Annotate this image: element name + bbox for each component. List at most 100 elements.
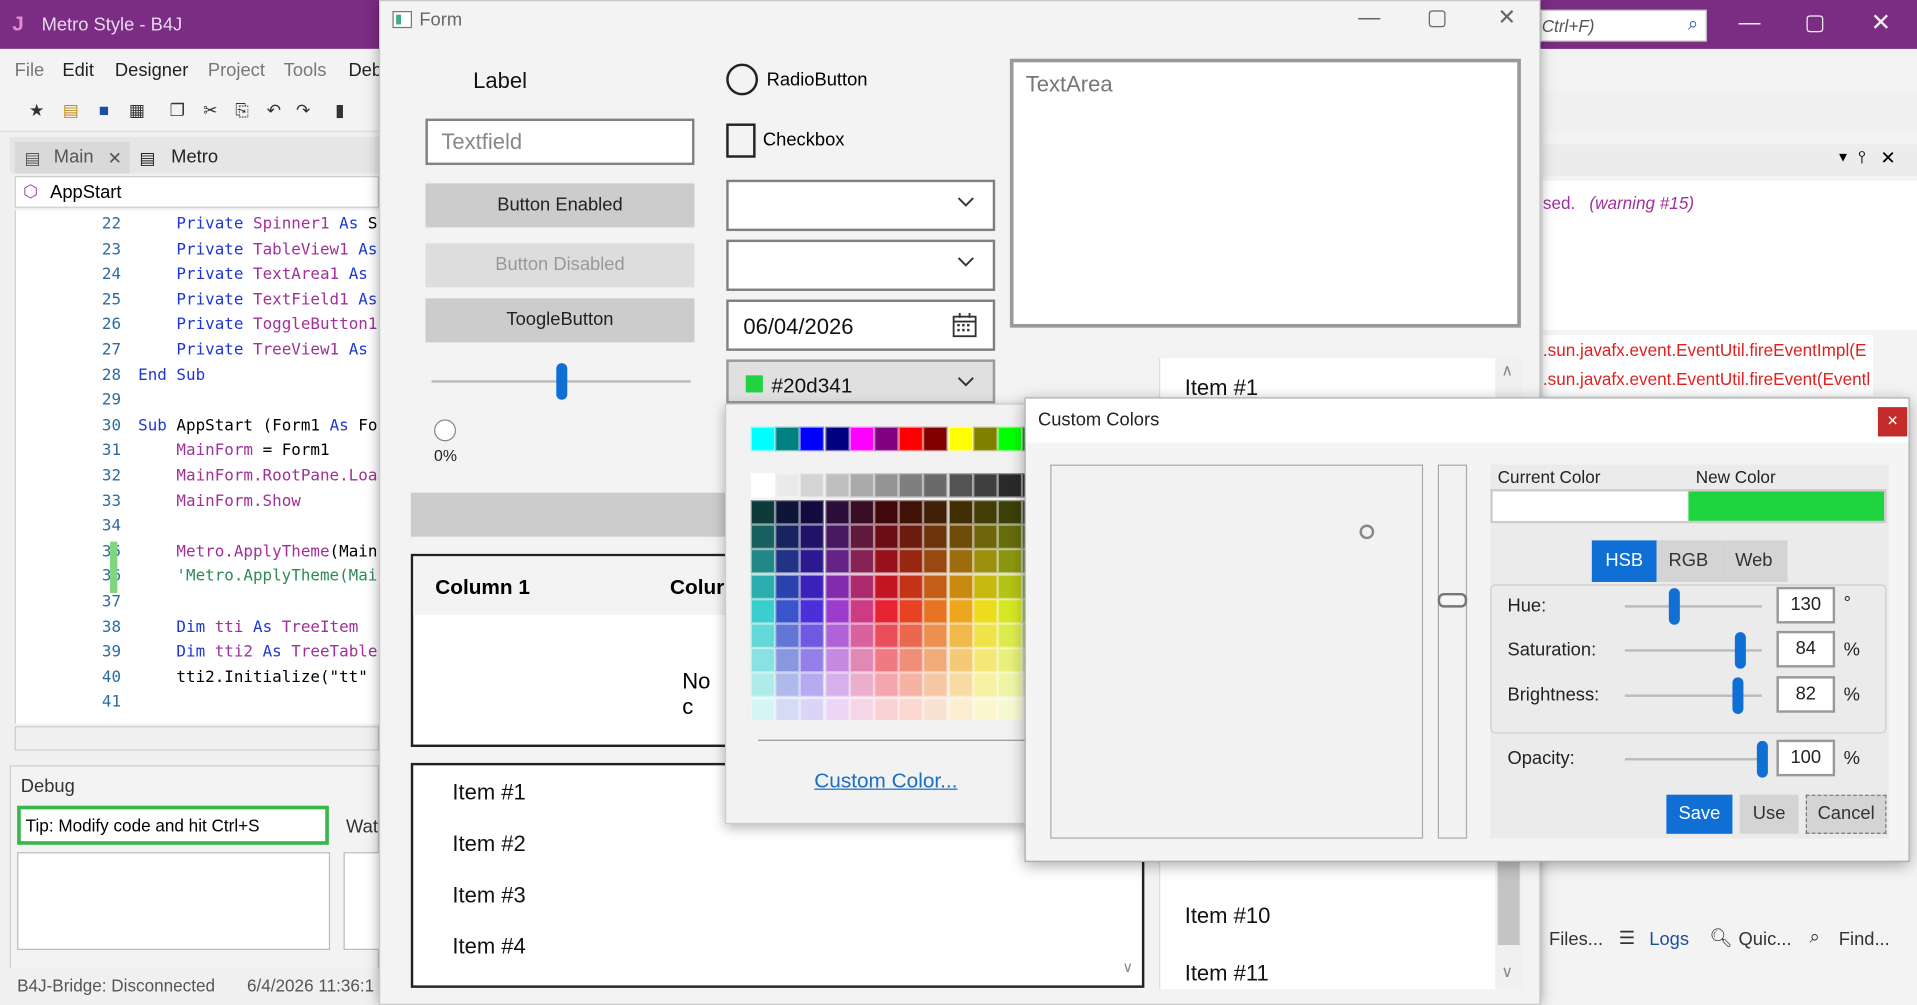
color-swatch[interactable]: [972, 623, 998, 648]
color-swatch[interactable]: [849, 672, 874, 698]
button-enabled[interactable]: Button Enabled: [425, 183, 695, 228]
color-swatch[interactable]: [775, 672, 800, 698]
color-swatch[interactable]: [750, 574, 776, 599]
color-swatch[interactable]: [898, 500, 924, 525]
color-swatch[interactable]: [898, 473, 924, 498]
scroll-down-icon[interactable]: ∨: [1122, 959, 1133, 976]
color-swatch[interactable]: [898, 623, 924, 648]
close-panel-icon[interactable]: ✕: [1880, 147, 1895, 169]
color-swatch[interactable]: [775, 648, 800, 673]
maximize-icon[interactable]: ▢: [1427, 5, 1448, 31]
save-icon[interactable]: ■: [94, 100, 114, 120]
color-swatch[interactable]: [948, 672, 973, 698]
module-selector[interactable]: ⬡ AppStart: [14, 176, 380, 208]
color-swatch[interactable]: [824, 549, 850, 574]
color-swatch[interactable]: [775, 524, 800, 550]
menu-project[interactable]: Project: [208, 60, 265, 81]
color-swatch[interactable]: [824, 473, 850, 498]
color-swatch[interactable]: [750, 623, 776, 648]
code-line[interactable]: 36 'Metro.ApplyTheme(Mai: [16, 565, 380, 589]
hue-input[interactable]: 130: [1776, 586, 1836, 624]
close-icon[interactable]: ✕: [1871, 7, 1891, 38]
color-swatch[interactable]: [849, 648, 874, 673]
bookmark-icon[interactable]: ▮: [330, 100, 350, 120]
color-swatch[interactable]: [898, 549, 924, 574]
minimize-icon[interactable]: —: [1739, 10, 1761, 36]
radio-button[interactable]: [726, 63, 759, 96]
color-swatch[interactable]: [923, 623, 948, 648]
search-icon[interactable]: ⌕: [1688, 13, 1698, 34]
color-swatch[interactable]: [948, 500, 973, 525]
color-swatch[interactable]: [923, 426, 948, 452]
color-swatch[interactable]: [874, 648, 899, 673]
color-swatch[interactable]: [972, 697, 998, 721]
code-line[interactable]: 24 Private TextArea1 As: [16, 263, 380, 287]
color-swatch[interactable]: [874, 426, 899, 452]
color-swatch[interactable]: [972, 574, 998, 599]
color-swatch[interactable]: [874, 549, 899, 574]
list-item[interactable]: Item #11: [1185, 961, 1269, 987]
saturation-brightness-area[interactable]: [1050, 464, 1424, 839]
textfield[interactable]: Textfield: [425, 118, 695, 166]
tab-files[interactable]: Files...: [1549, 929, 1603, 950]
code-line[interactable]: 41: [16, 691, 380, 715]
color-swatch[interactable]: [775, 473, 800, 498]
color-swatch[interactable]: [997, 426, 1023, 452]
calendar-icon[interactable]: [951, 312, 978, 339]
code-line[interactable]: 40 tti2.Initialize("tt": [16, 666, 380, 690]
color-swatch[interactable]: [972, 524, 998, 550]
color-swatch[interactable]: [750, 524, 776, 550]
color-swatch[interactable]: [824, 648, 850, 673]
menu-debug[interactable]: Deb: [348, 60, 382, 81]
color-swatch[interactable]: [898, 574, 924, 599]
swatch-grid[interactable]: [750, 426, 1030, 721]
cancel-button[interactable]: Cancel: [1805, 794, 1887, 834]
paste-icon[interactable]: ⎘: [232, 100, 252, 120]
textarea[interactable]: TextArea: [1009, 58, 1521, 328]
column-header-2[interactable]: Colur: [670, 576, 724, 600]
new-file-icon[interactable]: ★: [27, 100, 47, 120]
hue-bar[interactable]: [1437, 464, 1468, 839]
color-swatch[interactable]: [923, 500, 948, 525]
color-swatch[interactable]: [775, 697, 800, 721]
color-swatch[interactable]: [800, 623, 825, 648]
code-line[interactable]: 39 Dim tti2 As TreeTable: [16, 641, 380, 665]
color-swatch[interactable]: [800, 598, 825, 624]
color-swatch[interactable]: [997, 473, 1023, 498]
tab-quick[interactable]: Quic...: [1739, 929, 1792, 950]
color-swatch[interactable]: [824, 598, 850, 624]
scroll-thumb[interactable]: [1497, 859, 1520, 946]
color-picker-handle[interactable]: [1359, 524, 1375, 540]
code-line[interactable]: 33 MainForm.Show: [16, 490, 380, 514]
close-tab-icon[interactable]: ✕: [108, 142, 122, 174]
color-swatch[interactable]: [923, 598, 948, 624]
color-swatch[interactable]: [948, 623, 973, 648]
color-swatch[interactable]: [849, 623, 874, 648]
color-swatch[interactable]: [923, 524, 948, 550]
color-swatch[interactable]: [849, 500, 874, 525]
color-swatch[interactable]: [800, 672, 825, 698]
color-swatch[interactable]: [800, 574, 825, 599]
opacity-input[interactable]: 100: [1776, 739, 1836, 777]
tab-logs[interactable]: Logs: [1649, 929, 1689, 950]
color-swatch[interactable]: [874, 524, 899, 550]
close-button[interactable]: ×: [1877, 407, 1908, 437]
color-swatch[interactable]: [775, 500, 800, 525]
dropdown-icon[interactable]: ▼: [1836, 150, 1849, 165]
toggle-button[interactable]: ToogleButton: [425, 298, 695, 343]
tab-find[interactable]: Find...: [1839, 929, 1890, 950]
color-swatch[interactable]: [824, 623, 850, 648]
search-input[interactable]: Ctrl+F) ⌕: [1540, 9, 1707, 42]
color-swatch[interactable]: [775, 598, 800, 624]
menu-tools[interactable]: Tools: [284, 60, 327, 81]
undo-icon[interactable]: ↶: [264, 100, 284, 120]
color-swatch[interactable]: [750, 598, 776, 624]
cut-icon[interactable]: ✂: [201, 100, 221, 120]
slider[interactable]: [431, 363, 691, 400]
color-picker[interactable]: #20d341: [726, 359, 996, 404]
code-line[interactable]: 23 Private TableView1 As: [16, 238, 380, 262]
color-swatch[interactable]: [923, 549, 948, 574]
code-line[interactable]: 28 End Sub: [16, 364, 380, 388]
color-swatch[interactable]: [923, 574, 948, 599]
code-line[interactable]: 38 Dim tti As TreeItem: [16, 616, 380, 640]
